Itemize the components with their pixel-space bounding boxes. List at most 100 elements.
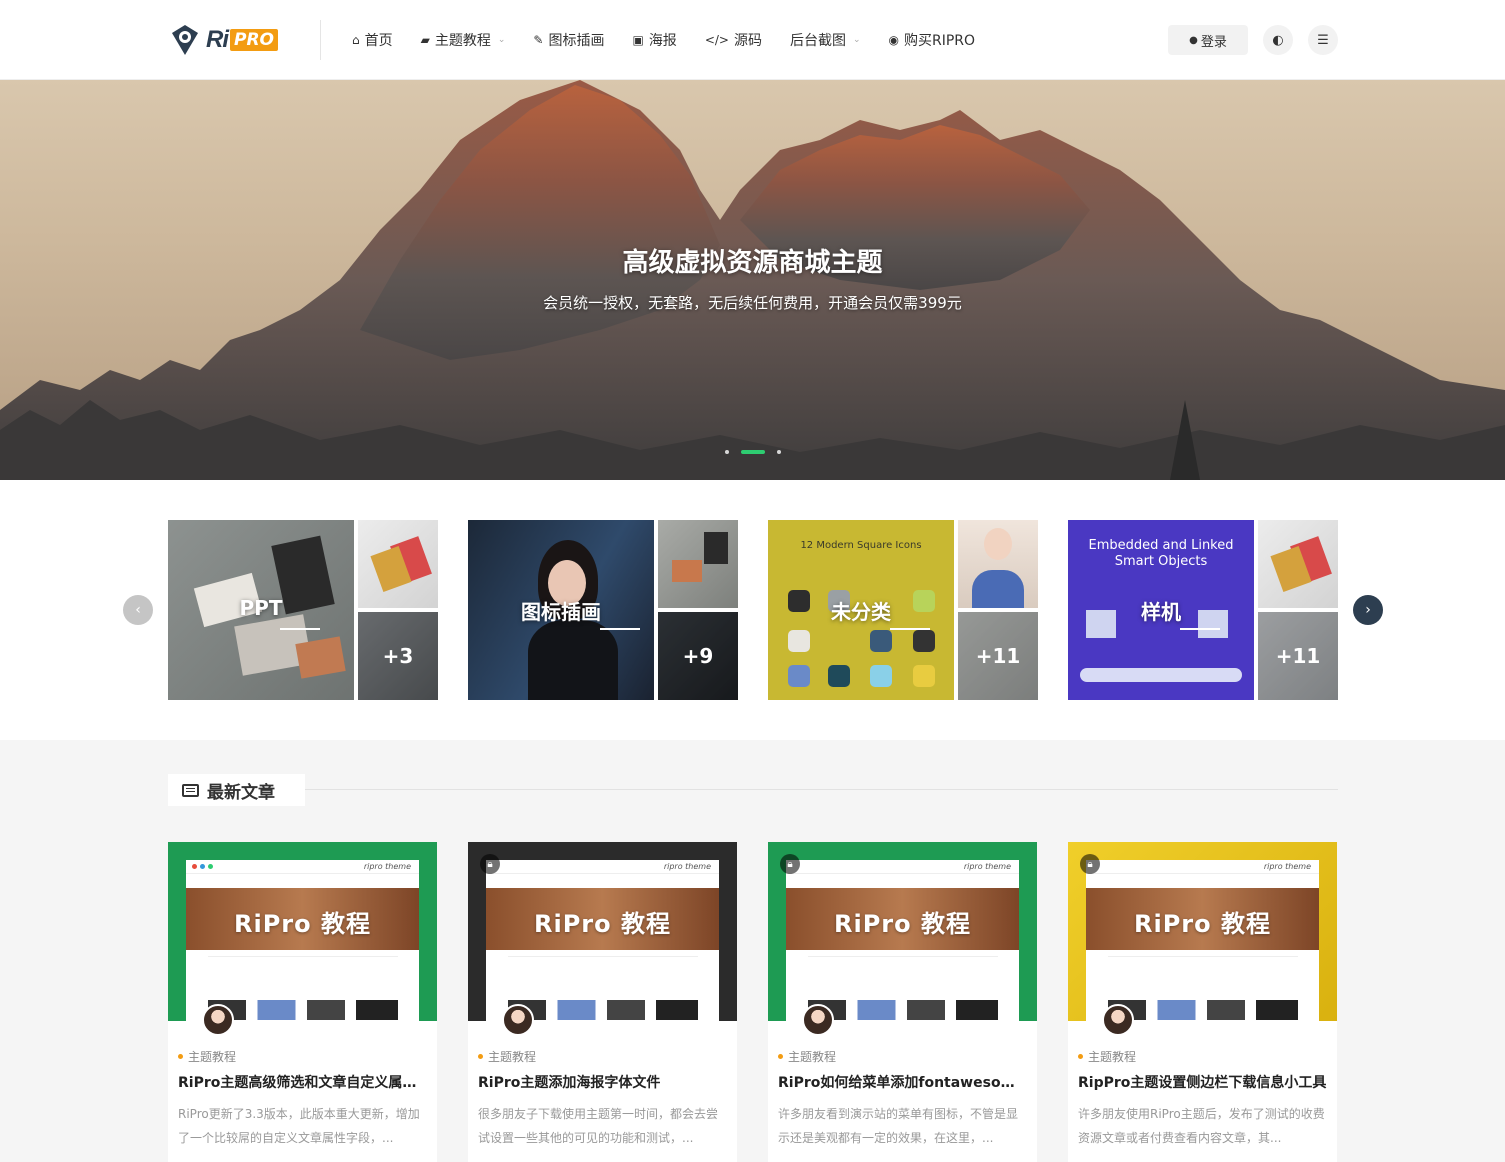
nav-item-source[interactable]: </> 源码 [705,30,762,50]
nav-item-home[interactable]: ⌂ 首页 [352,30,393,50]
slider-dot-active[interactable] [740,450,765,454]
post-card[interactable]: 🔒︎ ripro theme RiPro 教程 主题教程 RipPro主题设置侧… [1068,842,1337,1162]
lock-icon: 🔒︎ [1080,854,1100,874]
category-card-icons[interactable]: 图标插画 +9 [468,520,738,700]
category-more-count: +9 [658,612,738,700]
graduation-cap-icon: ▰ [420,33,430,47]
thumb-screenshot: ripro theme RiPro 教程 [786,860,1019,1021]
nav-item-posters[interactable]: ▣ 海报 [632,30,676,50]
category-thumb [358,520,438,608]
author-avatar[interactable] [1102,1004,1134,1036]
category-card-ppt[interactable]: PPT +3 [168,520,438,700]
category-more-count: +11 [1258,612,1338,700]
list-icon [182,783,199,797]
lock-icon: 🔒︎ [480,854,500,874]
author-avatar[interactable] [202,1004,234,1036]
category-thumb [958,520,1038,608]
nav-item-icons[interactable]: ✎ 图标插画 [533,30,604,50]
post-title[interactable]: RiPro主题高级筛选和文章自定义属性字段 [178,1072,428,1092]
thumb-brand: ripro theme [1263,862,1311,871]
category-thumb [658,520,738,608]
post-excerpt: 很多朋友子下载使用主题第一时间，都会去尝试设置一些其他的可见的功能和测试，... [478,1107,719,1145]
site-logo[interactable]: Ri PRO [168,22,280,58]
category-underline [600,628,640,630]
author-avatar[interactable] [502,1004,534,1036]
post-card[interactable]: 🔒︎ ripro theme RiPro 教程 主题教程 RiPro主题添加海报… [468,842,737,1162]
section-divider [305,789,1338,790]
carousel-prev-button[interactable]: ‹ [123,595,153,625]
post-title[interactable]: RiPro如何给菜单添加fontawesome图标 [778,1072,1028,1092]
nav-item-theme-tutorial[interactable]: ▰ 主题教程 ⌄ [421,30,506,50]
category-label: PPT [239,596,283,620]
category-label: 样机 [1141,600,1181,624]
site-header: Ri PRO ⌂ 首页 ▰ 主题教程 ⌄ ✎ 图标插画 ▣ 海报 </> 源码 … [0,0,1505,80]
thumb-brand: ripro theme [663,862,711,871]
thumb-screenshot: ripro theme RiPro 教程 [186,860,419,1021]
thumb-title: RiPro 教程 [534,910,671,938]
nav-label: 图标插画 [548,33,605,49]
post-thumbnail[interactable]: 🔒︎ ripro theme RiPro 教程 [1068,842,1337,1021]
hero-title: 高级虚拟资源商城主题 [622,248,883,278]
code-icon: </> [704,33,729,47]
nav-label: 首页 [364,33,393,49]
menu-button[interactable]: ☰ [1308,25,1338,55]
post-thumbnail[interactable]: 🔒︎ ripro theme RiPro 教程 [768,842,1037,1021]
post-category[interactable]: 主题教程 [178,1048,236,1065]
slider-pagination [0,450,1505,454]
nav-item-screenshots[interactable]: 后台截图 ⌄ [790,30,861,50]
category-underline [890,628,930,630]
post-excerpt: 许多朋友看到演示站的菜单有图标，不管是显示还是美观都有一定的效果，在这里，... [778,1107,1019,1145]
slider-dot[interactable] [776,450,781,454]
post-category[interactable]: 主题教程 [778,1048,836,1065]
category-underline [280,628,320,630]
carousel-next-button[interactable]: › [1353,595,1383,625]
nav-label: 海报 [648,33,677,49]
lock-icon: 🔒︎ [780,854,800,874]
post-category-label: 主题教程 [1088,1050,1137,1064]
hero-slider[interactable]: 高级虚拟资源商城主题 会员统一授权，无套路，无后续任何费用，开通会员仅需399元 [0,80,1505,480]
thumb-title: RiPro 教程 [1134,910,1271,938]
slider-dot[interactable] [724,450,729,454]
thumb-screenshot: ripro theme RiPro 教程 [1086,860,1319,1021]
post-excerpt: RiPro更新了3.3版本，此版本重大更新，增加了一个比较屌的自定义文章属性字段… [178,1107,420,1145]
category-card-mockups[interactable]: Embedded and Linked Smart Objects 样机 +11 [1068,520,1338,700]
post-card[interactable]: ripro theme RiPro 教程 主题教程 RiPro主题高级筛选和文章… [168,842,437,1162]
category-label: 图标插画 [521,600,601,624]
home-icon: ⌂ [352,33,360,47]
chevron-down-icon: ⌄ [852,35,861,45]
logo-text: Ri [206,26,229,53]
category-thumb [1258,520,1338,608]
section-header-latest: 最新文章 [168,774,305,806]
theme-toggle-button[interactable]: ◐ [1263,25,1293,55]
category-card-uncategorized[interactable]: 12 Modern Square Icons 未分类 +11 [768,520,1038,700]
post-title[interactable]: RipPro主题设置侧边栏下载信息小工具 [1078,1072,1328,1092]
post-category[interactable]: 主题教程 [1078,1048,1136,1065]
thumb-brand: ripro theme [963,862,1011,871]
logo-pro-badge: PRO [230,29,279,51]
post-thumbnail[interactable]: ripro theme RiPro 教程 [168,842,437,1021]
nav-label: 购买RIPRO [904,33,976,49]
post-category-label: 主题教程 [788,1050,837,1064]
nav-label: 主题教程 [434,33,491,49]
hero-subtitle: 会员统一授权，无套路，无后续任何费用，开通会员仅需399元 [543,294,962,312]
thumb-brand: ripro theme [363,862,411,871]
contrast-icon: ◐ [1272,32,1284,48]
category-carousel: ‹ PPT +3 图标插画 +9 12 Modern Square Icons … [0,480,1505,740]
login-label: 登录 [1200,34,1227,50]
nav-label: 源码 [733,33,762,49]
login-button[interactable]: ● 登录 [1168,25,1248,55]
post-title[interactable]: RiPro主题添加海报字体文件 [478,1072,728,1092]
category-more-count: +11 [958,612,1038,700]
post-category-label: 主题教程 [188,1050,237,1064]
category-more-count: +3 [358,612,438,700]
author-avatar[interactable] [802,1004,834,1036]
menu-icon: ☰ [1317,32,1329,48]
post-card[interactable]: 🔒︎ ripro theme RiPro 教程 主题教程 RiPro如何给菜单添… [768,842,1037,1162]
nav-item-buy[interactable]: ◉ 购买RIPRO [889,30,976,50]
post-thumbnail[interactable]: 🔒︎ ripro theme RiPro 教程 [468,842,737,1021]
user-icon: ● [1189,34,1198,46]
thumb-title: RiPro 教程 [234,910,371,938]
mountain-illustration [0,80,1505,480]
brush-icon: ✎ [533,33,544,47]
post-category[interactable]: 主题教程 [478,1048,536,1065]
